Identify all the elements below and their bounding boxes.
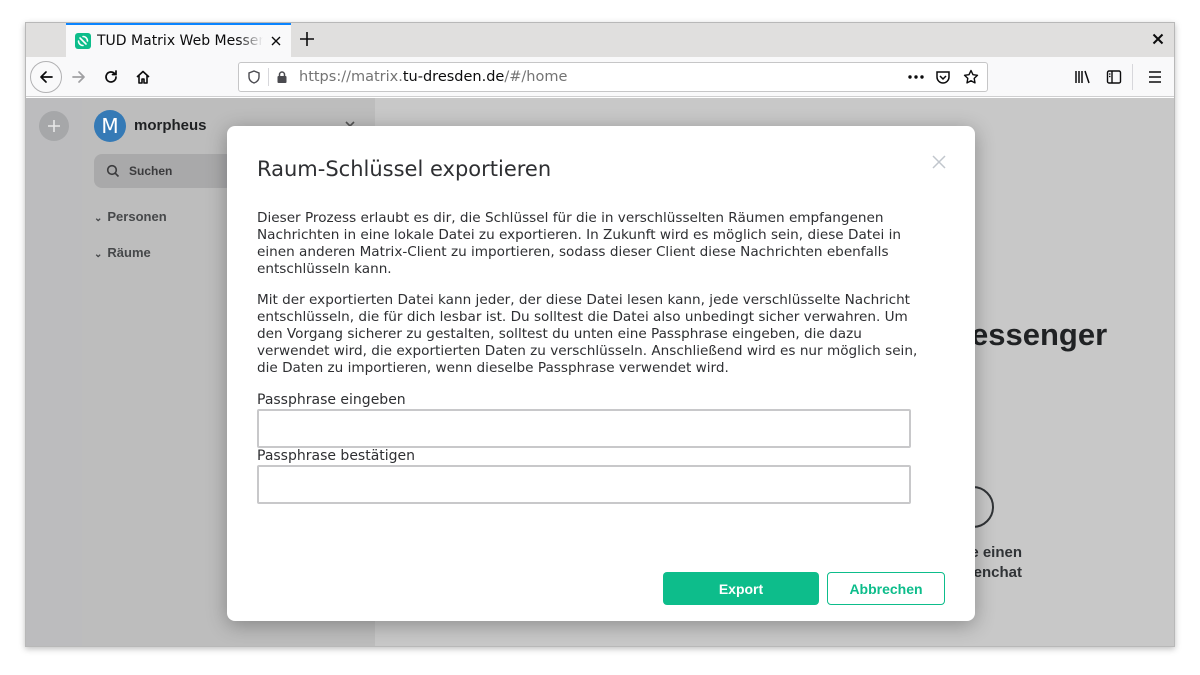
reload-icon [105, 70, 117, 83]
close-icon[interactable] [932, 155, 946, 169]
avatar[interactable]: M [94, 110, 126, 142]
dialog-paragraph: Dieser Prozess erlaubt es dir, die Schlü… [257, 210, 901, 277]
export-keys-dialog: Raum-Schlüssel exportieren Dieser Prozes… [227, 126, 975, 621]
matrix-favicon-icon [75, 33, 91, 49]
section-people[interactable]: ⌄ Personen [94, 209, 167, 224]
lock-icon[interactable] [275, 70, 289, 84]
browser-window: TUD Matrix Web Messenger https://matrix.… [25, 22, 1175, 647]
room-search[interactable]: Suchen [94, 154, 234, 188]
library-icon[interactable] [1074, 69, 1092, 85]
chevron-down-icon: ⌄ [94, 249, 103, 260]
url-prefix: https://matrix. [299, 69, 403, 85]
home-icon [136, 70, 150, 84]
url-path: /#/home [504, 69, 568, 85]
window-close-icon[interactable] [1152, 33, 1164, 45]
toolbar-separator [1132, 64, 1133, 90]
dialog-title: Raum-Schlüssel exportieren [257, 157, 552, 181]
tab-title: TUD Matrix Web Messenger [97, 33, 263, 49]
cancel-button[interactable]: Abbrechen [827, 572, 945, 605]
passphrase-label: Passphrase eingeben [257, 392, 406, 408]
app-area: M morpheus Suchen ⌄ Personen ⌄ Räume essen… [26, 98, 1174, 646]
back-arrow-icon [40, 71, 53, 83]
plus-icon [48, 120, 60, 132]
dialog-paragraph: Mit der exportierten Datei kann jeder, d… [257, 292, 918, 376]
back-button[interactable] [30, 61, 62, 93]
reload-button[interactable] [96, 62, 126, 92]
pocket-icon[interactable] [935, 69, 951, 85]
hamburger-menu-icon[interactable] [1147, 69, 1163, 85]
tab-strip: TUD Matrix Web Messenger [26, 23, 1174, 57]
chevron-down-icon: ⌄ [94, 213, 103, 224]
export-button[interactable]: Export [663, 572, 819, 605]
tracking-shield-icon[interactable] [247, 70, 261, 84]
search-icon [106, 164, 120, 178]
search-placeholder: Suchen [129, 164, 173, 178]
section-label: Räume [107, 245, 151, 260]
username[interactable]: morpheus [134, 117, 207, 134]
home-button[interactable] [128, 62, 158, 92]
confirm-passphrase-label: Passphrase bestätigen [257, 448, 416, 464]
forward-arrow-icon [72, 71, 85, 83]
navigation-bar: https://matrix.tu-dresden.de/#/home [26, 57, 1174, 97]
space-bar [26, 98, 82, 646]
new-tab-icon[interactable] [298, 30, 316, 48]
dialog-body: Dieser Prozess erlaubt es dir, die Schlü… [257, 210, 937, 391]
url-bar[interactable]: https://matrix.tu-dresden.de/#/home [238, 62, 988, 92]
sidebar-toggle-icon[interactable] [1106, 69, 1122, 85]
url-host: tu-dresden.de [402, 69, 505, 85]
bookmark-star-icon[interactable] [963, 69, 979, 85]
tab-close-icon[interactable] [269, 34, 283, 48]
url-separator [268, 68, 269, 86]
add-space-button[interactable] [39, 111, 69, 141]
section-label: Personen [107, 209, 167, 224]
url-text: https://matrix.tu-dresden.de/#/home [299, 69, 567, 85]
passphrase-input[interactable] [257, 409, 911, 448]
page-actions-icon[interactable] [907, 70, 925, 84]
confirm-passphrase-input[interactable] [257, 465, 911, 504]
section-rooms[interactable]: ⌄ Räume [94, 245, 151, 260]
browser-tab[interactable]: TUD Matrix Web Messenger [66, 23, 291, 57]
forward-button[interactable] [64, 62, 94, 92]
welcome-title: essenger [971, 317, 1108, 352]
